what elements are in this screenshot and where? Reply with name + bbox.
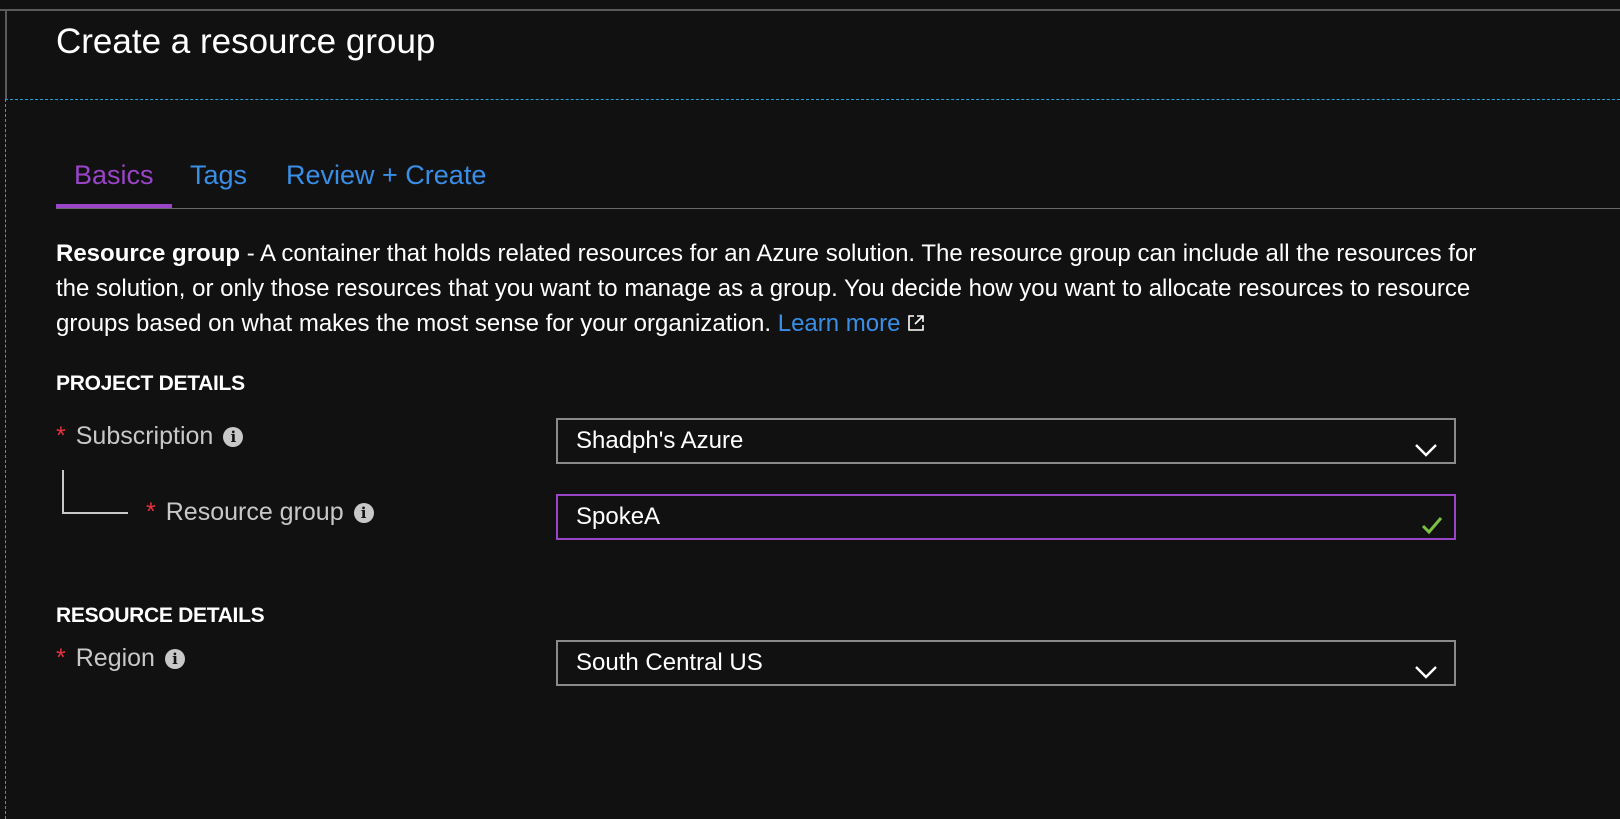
- tab-basics[interactable]: Basics: [56, 160, 171, 208]
- page-title: Create a resource group: [56, 22, 436, 61]
- tab-tags[interactable]: Tags: [190, 160, 247, 191]
- project-details-heading: PROJECT DETAILS: [56, 372, 245, 395]
- subscription-label-text: Subscription: [75, 422, 214, 450]
- subscription-value: Shadph's Azure: [576, 427, 744, 454]
- tab-strip: Basics Tags Review + Create: [56, 160, 1620, 210]
- learn-more-link[interactable]: Learn more: [778, 310, 927, 337]
- resource-group-input[interactable]: SpokeA: [556, 494, 1456, 540]
- tree-connector-horizontal: [62, 512, 128, 514]
- required-marker: *: [56, 422, 66, 450]
- region-value: South Central US: [576, 649, 763, 676]
- info-icon[interactable]: i: [353, 502, 374, 523]
- tree-connector-vertical: [62, 470, 64, 514]
- subscription-label: * Subscription i: [56, 422, 244, 451]
- subscription-dropdown[interactable]: Shadph's Azure: [556, 418, 1456, 464]
- region-label-text: Region: [75, 644, 155, 672]
- required-marker: *: [146, 498, 156, 526]
- checkmark-icon: [1420, 508, 1444, 550]
- resource-group-value: SpokeA: [576, 503, 661, 530]
- external-link-icon: [906, 308, 926, 343]
- required-marker: *: [56, 644, 66, 672]
- info-icon[interactable]: i: [223, 426, 244, 447]
- region-dropdown[interactable]: South Central US: [556, 640, 1456, 686]
- resource-group-label-text: Resource group: [165, 498, 344, 526]
- description-term: Resource group: [56, 240, 241, 267]
- resource-group-description: Resource group - A container that holds …: [56, 236, 1496, 343]
- top-divider: [0, 9, 1620, 11]
- info-icon[interactable]: i: [164, 648, 185, 669]
- learn-more-label: Learn more: [777, 310, 901, 337]
- description-text: - A container that holds related resourc…: [56, 240, 1477, 337]
- left-divider: [5, 9, 7, 99]
- tab-review-create[interactable]: Review + Create: [286, 160, 486, 191]
- chevron-down-icon: [1414, 432, 1438, 474]
- chevron-down-icon: [1414, 654, 1438, 696]
- region-label: * Region i: [56, 644, 185, 673]
- resource-details-heading: RESOURCE DETAILS: [56, 604, 265, 627]
- resource-group-label: * Resource group i: [146, 498, 374, 527]
